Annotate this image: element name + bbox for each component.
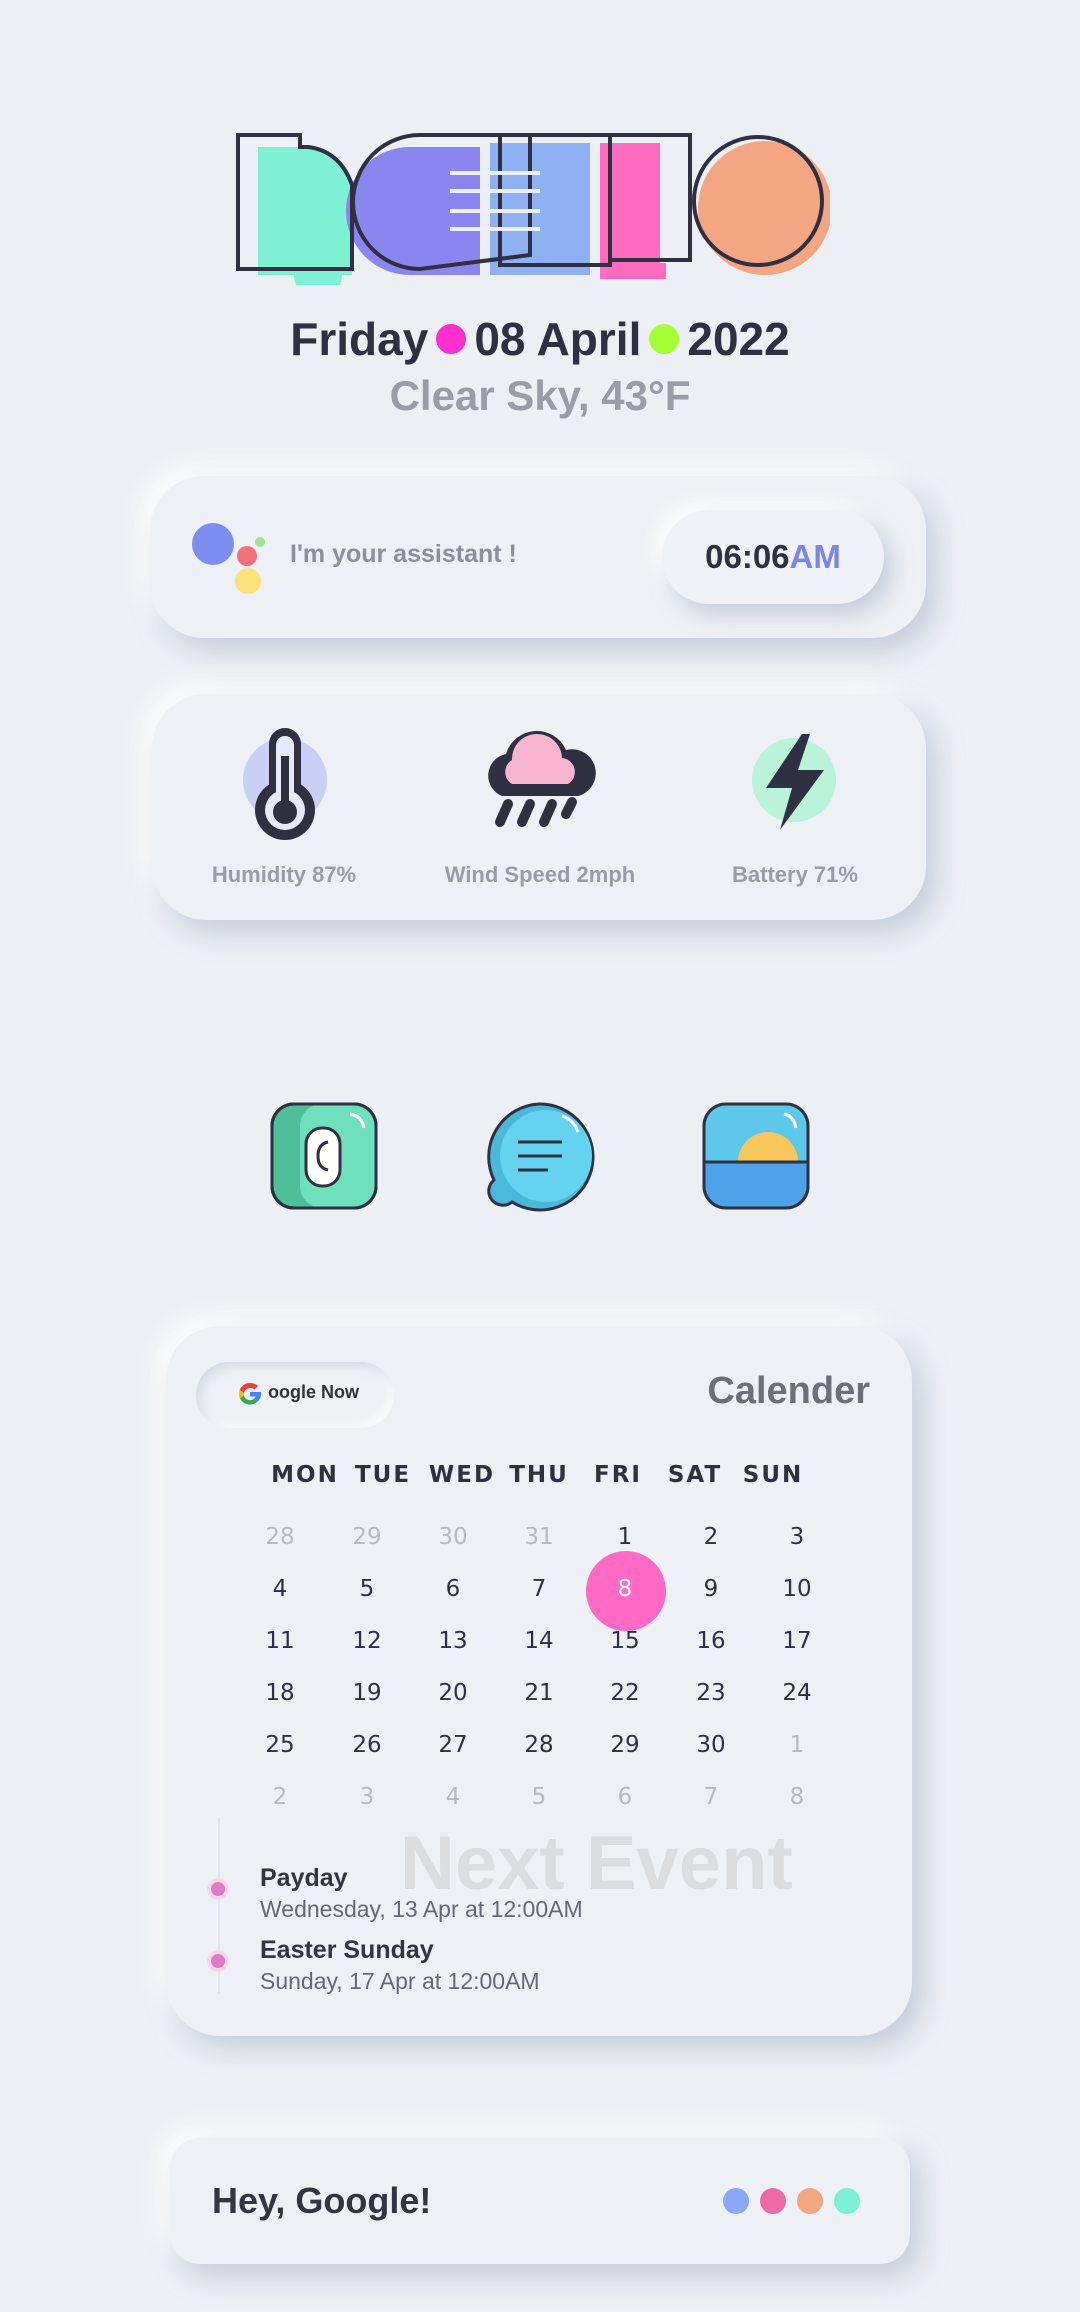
google-dot-pink	[760, 2188, 786, 2214]
calendar-day[interactable]: 11	[250, 1628, 310, 1654]
clock-time: 06:06	[705, 538, 790, 575]
weekday-header-thu: THU	[509, 1462, 569, 1488]
rain-cloud-icon	[488, 730, 596, 827]
wind-speed-label: Wind Speed 2mph	[444, 862, 636, 887]
hey-google-label: Hey, Google!	[212, 2180, 432, 2221]
lightning-icon	[752, 734, 836, 830]
calendar-day[interactable]: 31	[509, 1524, 569, 1550]
calendar-day[interactable]: 7	[681, 1784, 741, 1810]
google-assistant-icon	[192, 523, 265, 594]
event-datetime: Sunday, 17 Apr at 12:00AM	[260, 1968, 540, 1994]
calendar-day[interactable]: 2	[681, 1524, 741, 1550]
calendar-day[interactable]: 1	[767, 1732, 827, 1758]
phone-app-icon[interactable]	[270, 1102, 378, 1210]
google-dot-blue	[723, 2188, 749, 2214]
calendar-day[interactable]: 9	[681, 1576, 741, 1602]
calendar-day[interactable]: 15	[595, 1628, 655, 1654]
event-dot	[211, 1954, 225, 1968]
calendar-day[interactable]: 16	[681, 1628, 741, 1654]
calendar-day[interactable]: 28	[509, 1732, 569, 1758]
calendar-day[interactable]: 7	[509, 1576, 569, 1602]
weekday-header-sat: SAT	[667, 1462, 723, 1488]
calendar-day[interactable]: 25	[250, 1732, 310, 1758]
calendar-day[interactable]: 27	[423, 1732, 483, 1758]
calendar-day[interactable]: 5	[509, 1784, 569, 1810]
clock-ampm: AM	[789, 538, 841, 575]
calendar-day[interactable]: 17	[767, 1628, 827, 1654]
calendar-day-today[interactable]: 8	[595, 1576, 655, 1602]
calendar-day[interactable]: 3	[337, 1784, 397, 1810]
date-line: Friday 08 April 2022	[0, 312, 1080, 366]
weather-summary: Clear Sky, 43°F	[389, 372, 691, 419]
calendar-day[interactable]: 30	[681, 1732, 741, 1758]
calendar-day[interactable]: 24	[767, 1680, 827, 1706]
calendar-day[interactable]: 26	[337, 1732, 397, 1758]
calendar-day[interactable]: 23	[681, 1680, 741, 1706]
calendar-day[interactable]: 21	[509, 1680, 569, 1706]
calendar-day[interactable]: 28	[250, 1524, 310, 1550]
next-event-heading: Next Event	[400, 1821, 793, 1906]
humidity-label: Humidity 87%	[211, 862, 357, 887]
weekday-header-sun: SUN	[742, 1462, 804, 1488]
calendar-day[interactable]: 13	[423, 1628, 483, 1654]
date-dot-green	[649, 323, 680, 354]
calendar-day[interactable]: 6	[595, 1784, 655, 1810]
thermometer-icon	[243, 728, 327, 840]
battery-label: Battery 71%	[732, 862, 858, 887]
calendar-day[interactable]: 20	[423, 1680, 483, 1706]
calendar-day[interactable]: 4	[423, 1784, 483, 1810]
google-g-icon	[238, 1382, 262, 1405]
day-month: 08 April	[474, 313, 642, 365]
messages-app-icon[interactable]	[482, 1100, 596, 1214]
calendar-day[interactable]: 2	[250, 1784, 310, 1810]
calendar-day[interactable]: 3	[767, 1524, 827, 1550]
calendar-day[interactable]: 6	[423, 1576, 483, 1602]
event-dot	[211, 1882, 225, 1896]
calendar-day[interactable]: 29	[337, 1524, 397, 1550]
calendar-title: Calender	[707, 1370, 870, 1412]
calendar-day[interactable]: 10	[767, 1576, 827, 1602]
calendar-day[interactable]: 30	[423, 1524, 483, 1550]
google-dot-orange	[797, 2188, 823, 2214]
google-now-label: oogle Now	[268, 1382, 359, 1402]
calendar-day[interactable]: 19	[337, 1680, 397, 1706]
clock-pill[interactable]: 06:06AM	[662, 510, 884, 604]
calendar-day[interactable]: 8	[767, 1784, 827, 1810]
year: 2022	[687, 313, 790, 365]
gallery-app-icon[interactable]	[702, 1102, 810, 1210]
calendar-day[interactable]: 18	[250, 1680, 310, 1706]
calendar-day[interactable]: 14	[509, 1628, 569, 1654]
calendar-day[interactable]: 12	[337, 1628, 397, 1654]
event-title[interactable]: Payday	[260, 1864, 348, 1893]
weekday-header-tue: TUE	[354, 1462, 412, 1488]
calendar-day[interactable]: 22	[595, 1680, 655, 1706]
event-title[interactable]: Easter Sunday	[260, 1936, 434, 1965]
weekday: Friday	[290, 313, 429, 365]
assistant-prompt: I'm your assistant !	[290, 540, 517, 568]
event-datetime: Wednesday, 13 Apr at 12:00AM	[260, 1896, 583, 1922]
hello-logo	[236, 133, 830, 285]
calendar-day[interactable]: 1	[595, 1524, 655, 1550]
google-dot-green	[834, 2188, 860, 2214]
calendar-day[interactable]: 4	[250, 1576, 310, 1602]
calendar-day[interactable]: 29	[595, 1732, 655, 1758]
calendar-day[interactable]: 5	[337, 1576, 397, 1602]
date-dot-pink	[436, 323, 467, 354]
weekday-header-mon: MON	[271, 1462, 339, 1488]
